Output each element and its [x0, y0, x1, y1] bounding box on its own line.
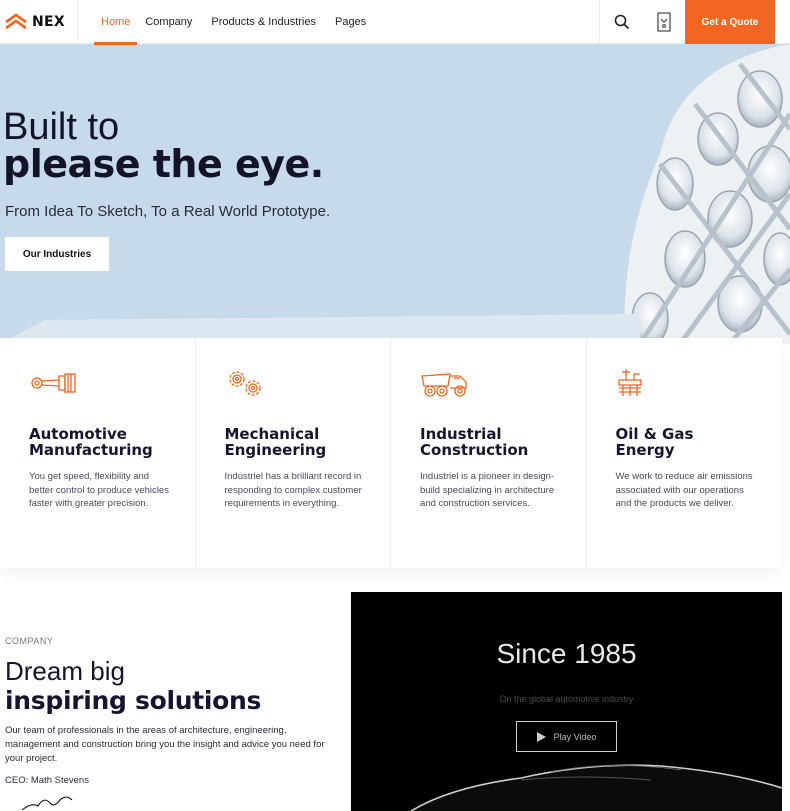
service-title-line: Construction	[420, 441, 529, 459]
nav-item-pages[interactable]: Pages	[335, 0, 366, 44]
service-title: Mechanical Engineering	[225, 426, 375, 458]
search-icon[interactable]	[614, 14, 630, 30]
company-description: Our team of professionals in the areas o…	[5, 725, 325, 764]
ceo-name: CEO: Math Stevens	[5, 775, 89, 786]
service-title-line: Engineering	[224, 441, 327, 459]
nav-item-company[interactable]: Company	[145, 0, 192, 44]
dump-truck-icon	[421, 373, 467, 397]
service-card-industrial[interactable]: Industrial Construction Industriel is a …	[391, 338, 587, 568]
play-icon	[536, 731, 546, 742]
header-tools	[599, 0, 685, 44]
site-header: NEX Home Company Products & Industries P…	[0, 0, 790, 45]
service-description: Industriel has a brilliant record in res…	[224, 471, 362, 509]
ceo-signature	[21, 796, 73, 811]
service-card-mechanical[interactable]: Mechanical Engineering Industriel has a …	[196, 338, 391, 568]
video-title: Since 1985	[496, 638, 637, 669]
play-video-label: Play Video	[553, 731, 597, 742]
service-description: Industriel is a pioneer in design-build …	[420, 471, 555, 509]
service-title-line: Industrial	[420, 425, 502, 443]
service-card-oil-gas[interactable]: Oil & Gas Energy We work to reduce air e…	[587, 338, 783, 568]
service-title-line: Mechanical	[224, 425, 320, 443]
building-facade-image	[624, 44, 790, 344]
service-title-line: Energy	[615, 441, 675, 459]
services-row: Automotive Manufacturing You get speed, …	[0, 338, 782, 568]
service-title-line: Oil & Gas	[615, 425, 694, 443]
get-quote-button[interactable]: Get a Quote	[685, 0, 775, 44]
company-section-label: COMPANY	[5, 636, 54, 646]
service-card-automotive[interactable]: Automotive Manufacturing You get speed, …	[0, 338, 196, 568]
car-silhouette-image	[410, 764, 782, 811]
play-video-button[interactable]: Play Video	[516, 721, 617, 752]
gears-icon	[228, 371, 261, 396]
video-subtitle: On the global automotive industry	[499, 694, 634, 704]
service-title-line: Automotive	[29, 425, 127, 443]
service-title-line: Manufacturing	[29, 441, 153, 459]
hero-section: Built to please the eye. From Idea To Sk…	[0, 44, 790, 344]
engine-piston-icon	[31, 373, 76, 393]
company-title-light: Dream big	[5, 656, 125, 686]
hero-title-bold: please the eye.	[3, 142, 324, 186]
hero-subtitle: From Idea To Sketch, To a Real World Pro…	[5, 203, 331, 220]
nav-item-home[interactable]: Home	[94, 0, 138, 45]
main-nav: Home Company Products & Industries Pages	[94, 0, 385, 45]
service-description: We work to reduce air emissions associat…	[615, 471, 753, 509]
service-description: You get speed, flexibility and better co…	[29, 471, 169, 509]
menu-panel-icon[interactable]	[657, 12, 671, 32]
oil-rig-icon	[617, 369, 642, 396]
video-block: Since 1985 On the global automotive indu…	[351, 592, 782, 811]
our-industries-button[interactable]: Our Industries	[5, 237, 109, 271]
service-title: Industrial Construction	[420, 426, 570, 458]
logo-mark-icon	[5, 13, 27, 30]
service-title: Oil & Gas Energy	[616, 426, 766, 458]
nav-item-products-industries[interactable]: Products & Industries	[211, 0, 316, 44]
logo-text: NEX	[32, 14, 65, 30]
logo[interactable]: NEX	[0, 0, 78, 44]
company-title-bold: inspiring solutions	[5, 686, 262, 715]
service-title: Automotive Manufacturing	[29, 426, 179, 458]
hero-title-light: Built to	[3, 106, 120, 148]
